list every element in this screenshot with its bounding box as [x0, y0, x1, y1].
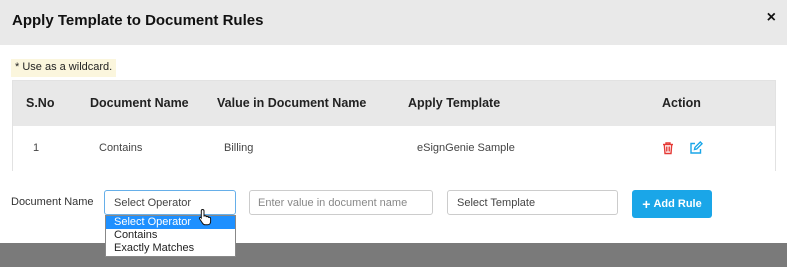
modal-title: Apply Template to Document Rules	[12, 12, 264, 29]
table-header: S.No Document Name Value in Document Nam…	[13, 81, 775, 126]
cell-document-name: Contains	[99, 142, 143, 154]
value-input[interactable]	[249, 190, 433, 215]
edit-icon[interactable]	[689, 141, 703, 155]
header-document-name: Document Name	[90, 96, 189, 110]
header-action: Action	[662, 96, 701, 110]
option-select-operator[interactable]: Select Operator	[106, 216, 235, 229]
cell-template: eSignGenie Sample	[417, 142, 515, 154]
trash-icon[interactable]	[661, 141, 675, 155]
header-sno: S.No	[26, 96, 55, 110]
operator-dropdown: Select Operator Contains Exactly Matches	[105, 215, 236, 257]
header-apply-template: Apply Template	[408, 96, 501, 110]
cell-sno: 1	[33, 142, 40, 154]
plus-icon: +	[642, 195, 651, 212]
option-exactly-matches[interactable]: Exactly Matches	[106, 242, 235, 255]
table-row: 1 Contains Billing eSignGenie Sample	[13, 126, 775, 171]
document-name-label: Document Name	[11, 196, 94, 208]
close-button[interactable]: ×	[767, 9, 776, 27]
header-value: Value in Document Name	[217, 96, 367, 110]
add-rule-button[interactable]: + Add Rule	[632, 190, 712, 218]
cell-value: Billing	[224, 142, 254, 154]
add-rule-label: Add Rule	[653, 198, 702, 210]
option-contains[interactable]: Contains	[106, 229, 235, 242]
rules-table: S.No Document Name Value in Document Nam…	[12, 80, 776, 171]
hand-cursor-icon	[198, 208, 212, 226]
wildcard-note: * Use as a wildcard.	[11, 59, 117, 77]
template-select[interactable]: Select Template	[447, 190, 618, 215]
operator-select[interactable]: Select Operator	[104, 190, 236, 215]
modal-header: Apply Template to Document Rules ×	[0, 0, 787, 45]
